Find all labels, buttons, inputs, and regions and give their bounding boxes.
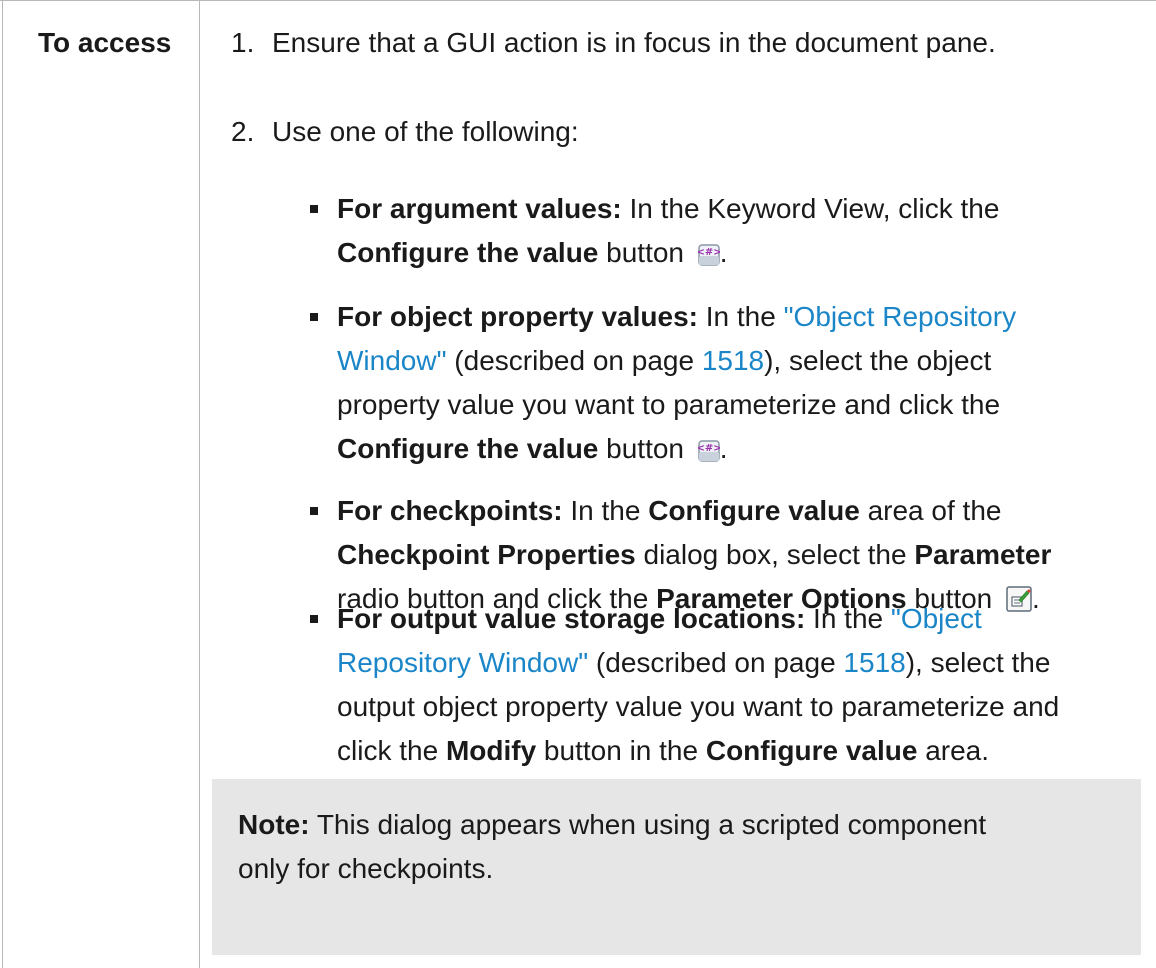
bullet-output-value-storage: For output value storage locations: In t… xyxy=(337,603,1060,766)
note-text: Note: This dialog appears when using a s… xyxy=(238,809,987,884)
step-2-text: Use one of the following: xyxy=(272,116,579,147)
table-top-border xyxy=(0,0,1156,1)
configure-value-icon: <#> xyxy=(696,235,721,279)
table-left-border xyxy=(2,0,3,968)
bullet-heading: For object property values: xyxy=(337,301,698,332)
note-label: Note: xyxy=(238,809,310,840)
step-1-text: Ensure that a GUI action is in focus in … xyxy=(272,27,996,58)
object-repository-window-link[interactable]: "Object xyxy=(891,603,982,634)
step-2: 2. Use one of the following: xyxy=(231,113,579,151)
page-link[interactable]: 1518 xyxy=(843,647,905,678)
step-2-number: 2. xyxy=(231,116,255,147)
row-label: To access xyxy=(38,27,172,58)
object-repository-window-link[interactable]: "Object Repository xyxy=(784,301,1016,332)
step-1-number: 1. xyxy=(231,27,255,58)
page-link[interactable]: 1518 xyxy=(702,345,764,376)
note-box: Note: This dialog appears when using a s… xyxy=(212,779,1141,955)
object-repository-window-link[interactable]: Window" xyxy=(337,345,447,376)
bullet-marker xyxy=(310,313,318,321)
svg-text:<#>: <#> xyxy=(698,247,720,258)
svg-text:<#>: <#> xyxy=(698,443,720,454)
object-repository-window-link[interactable]: Repository Window" xyxy=(337,647,588,678)
bullet-marker xyxy=(310,507,318,515)
bullet-object-property-values: For object property values: In the "Obje… xyxy=(337,295,1137,475)
bullet-heading: For output value storage locations: xyxy=(337,603,806,634)
table-column-divider xyxy=(199,0,200,968)
step-1: 1. Ensure that a GUI action is in focus i… xyxy=(231,24,996,62)
bullet-marker xyxy=(310,205,318,213)
bullet-heading: For checkpoints: xyxy=(337,495,563,526)
bullet-marker xyxy=(310,615,318,623)
bullet-argument-values: For argument values: In the Keyword View… xyxy=(337,187,1137,279)
bullet-heading: For argument values: xyxy=(337,193,622,224)
configure-value-icon: <#> xyxy=(696,431,721,475)
